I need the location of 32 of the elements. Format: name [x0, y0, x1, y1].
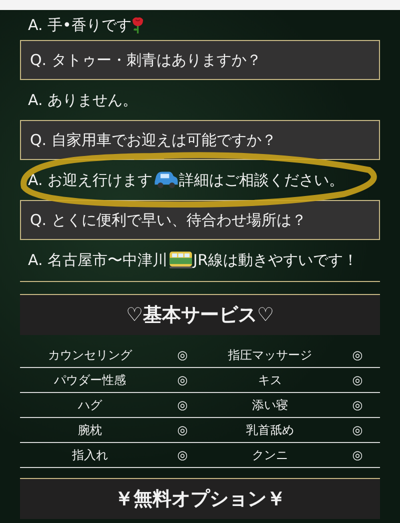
service-mark: ◎ — [176, 348, 189, 362]
car-icon — [154, 171, 178, 189]
service-mark: ◎ — [351, 373, 364, 387]
service-name: 乳首舐め — [245, 422, 295, 438]
answer-text: A. 名古屋市〜中津川 JR線は動きやすいです！ — [27, 250, 359, 271]
service-mark: ◎ — [176, 448, 189, 462]
service-name: クンニ — [251, 446, 289, 464]
question-box: Q. とくに便利で早い、待合わせ場所は？ — [20, 200, 380, 240]
service-mark: ◎ — [176, 423, 189, 437]
service-mark: ◎ — [351, 398, 364, 412]
service-name: 添い寝 — [251, 396, 289, 414]
service-name: 指入れ — [71, 446, 109, 464]
service-name: ハグ — [77, 396, 104, 414]
service-mark: ◎ — [176, 398, 189, 412]
service-name: 指圧マッサージ — [227, 346, 313, 364]
answer-text: A. ありません。 — [27, 90, 139, 110]
service-name: キス — [257, 372, 283, 388]
answer-text: A. お迎え行けます 詳細はご相談ください。 — [20, 160, 380, 200]
question-box: Q. 自家用車でお迎えは可能ですか？ — [20, 120, 380, 160]
service-mark: ◎ — [176, 373, 189, 387]
service-mark: ◎ — [351, 423, 364, 437]
section-title: ♡基本サービス♡ — [20, 295, 380, 335]
rose-icon — [132, 16, 144, 34]
service-name: カウンセリング — [47, 346, 134, 364]
service-name: パウダー性感 — [53, 372, 127, 388]
answer-text: A. 手•香りです — [20, 10, 380, 40]
service-name: 腕枕 — [77, 422, 103, 438]
train-icon — [168, 251, 192, 269]
section-title: ￥無料オプション￥ — [20, 478, 380, 519]
question-box: Q. タトゥー・刺青はありますか？ — [20, 40, 380, 80]
service-mark: ◎ — [351, 448, 364, 462]
service-mark: ◎ — [351, 348, 364, 362]
